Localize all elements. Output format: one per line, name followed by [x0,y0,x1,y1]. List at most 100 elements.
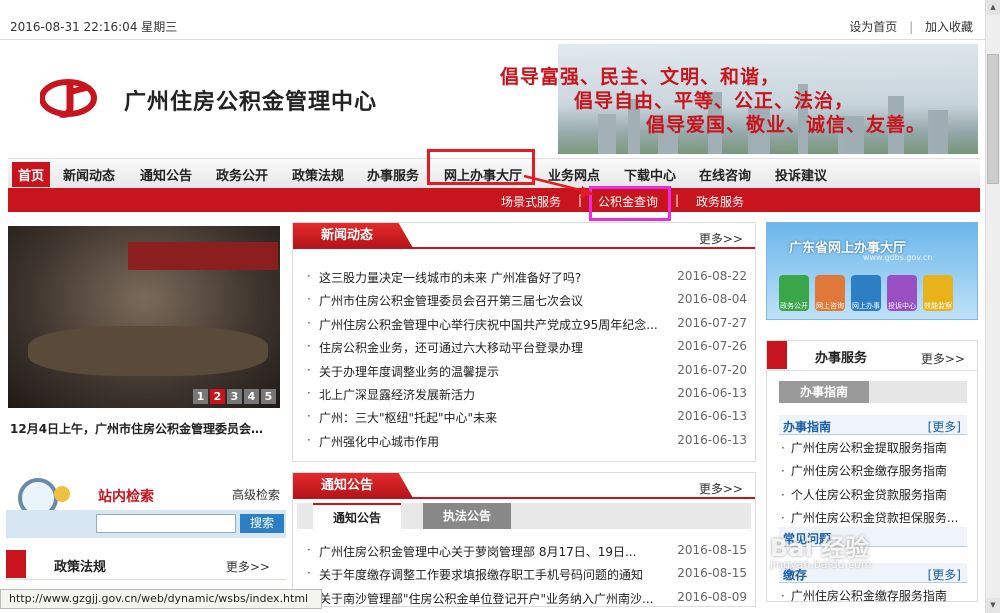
list-item[interactable]: · 关于年度缴存调整工作要求填报缴存职工手机号码问题的通知 2016-08-15 [307,564,747,587]
list-item[interactable]: · 关于办理年度调整业务的温馨提示 2016-07-20 [307,361,747,384]
notice-more-link[interactable]: 更多>> [699,480,743,497]
item-title[interactable]: 广州住房公积金管理中心举行庆祝中国共产党成立95周年纪念... [319,316,659,333]
item-title[interactable]: 北上广深显露经济发展新活力 [319,386,659,403]
slide-page-4[interactable]: 4 [244,389,259,404]
list-item[interactable]: · 广州住房公积金管理中心举行庆祝中国共产党成立95周年纪念... 2016-07-… [307,314,747,337]
list-item[interactable]: · 广州住房公积金管理中心关于萝岗管理部 8月17日、19日... 2016-08-… [307,541,747,564]
deposit-section-more[interactable]: [更多] [928,566,961,583]
nav-item-complaints[interactable]: 投诉建议 [775,165,827,184]
scroll-thumb[interactable] [987,54,999,184]
item-title[interactable]: 广州住房公积金提取服务指南 [791,441,947,455]
item-date: 2016-07-20 [677,362,747,377]
nav-item-policy[interactable]: 政策法规 [292,165,344,184]
nav-item-home[interactable]: 首页 [12,162,51,187]
scroll-down-icon[interactable]: ▼ [986,598,1000,613]
tab-guide[interactable]: 办事指南 [779,381,869,403]
item-title[interactable]: 关于南沙管理部"住房公积金单位登记开户"业务纳入广州南沙... [319,590,659,607]
item-title[interactable]: 广州住房公积金管理中心关于萝岗管理部 8月17日、19日... [319,543,659,560]
notice-panel-header: 通知公告 更多>> [293,473,755,499]
list-item[interactable]: · 住房公积金业务，还可通过六大移动平台登录办理 2016-07-26 [307,337,747,360]
item-title[interactable]: 广州住房公积金缴存服务指南 [791,589,947,603]
slide-page-5[interactable]: 5 [261,389,276,404]
subtab-notices[interactable]: 通知公告 [313,503,402,529]
list-item[interactable]: · 广州住房公积金缴存服务指南 [781,587,971,610]
site-search-title: 站内检索 [98,489,154,505]
set-home-link[interactable]: 设为首页 [849,20,897,34]
nav-item-services[interactable]: 办事服务 [367,165,419,184]
list-item[interactable]: · 个人住房公积金贷款服务指南 [781,486,971,509]
policy-title: 政策法规 [54,560,107,575]
policy-more-link[interactable]: 更多>> [226,558,270,575]
list-item[interactable]: · 广州住房公积金缴存服务指南 [781,462,971,485]
item-title[interactable]: 广州市住房公积金管理委员会召开第三届七次会议 [319,292,659,309]
search-input[interactable] [96,514,236,533]
news-tab[interactable]: 新闻动态 [293,223,413,248]
item-date: 2016-08-22 [677,269,747,283]
item-title[interactable]: 广州住房公积金贷款担保服务... [791,511,958,525]
page-scrollbar[interactable]: ▲ ▼ [985,0,1000,613]
item-date: 2016-08-09 [677,589,747,604]
item-title[interactable]: 住房公积金业务，还可通过六大移动平台登录办理 [319,339,659,356]
item-date: 2016-06-13 [677,432,747,447]
list-item[interactable]: · 广州：三大"枢纽"托起"中心"未来 2016-06-13 [307,407,747,430]
bullet-icon: · [307,269,311,283]
guide-section-title: 办事指南 [783,420,832,434]
news-slideshow-image[interactable]: 1 2 3 4 5 [8,226,280,408]
advanced-search-link[interactable]: 高级检索 [232,486,280,503]
list-item[interactable]: · 广州市住房公积金管理委员会召开第三届七次会议 2016-08-04 [307,290,747,313]
gzgjj-logo-icon[interactable] [40,78,98,118]
subnav-separator: | [675,193,680,207]
sub-nav: 场景式服务 | 公积金查询 | 政务服务 [8,188,980,212]
slide-page-2[interactable]: 2 [210,389,225,404]
site-title[interactable]: 广州住房公积金管理中心 [124,84,377,116]
item-title[interactable]: 个人住房公积金贷款服务指南 [791,488,947,502]
list-item[interactable]: ·关于南沙管理部"住房公积金单位登记开户"业务纳入广州南沙...2016-08-… [307,588,747,611]
nav-item-gov-affairs[interactable]: 政务公开 [216,165,268,184]
item-title[interactable]: 关于办理年度调整业务的温馨提示 [319,363,659,380]
list-item[interactable]: · 北上广深显露经济发展新活力 2016-06-13 [307,384,747,407]
guide-section-more[interactable]: [更多] [928,418,961,435]
notice-tab[interactable]: 通知公告 [293,473,413,498]
baidu-watermark-url: jingyan.baidu.com [770,558,872,571]
slide-page-1[interactable]: 1 [193,389,208,404]
slideshow-table [28,326,268,376]
add-favorite-link[interactable]: 加入收藏 [925,20,973,34]
item-title[interactable]: 关于年度缴存调整工作要求填报缴存职工手机号码问题的通知 [319,566,659,583]
nav-item-notices[interactable]: 通知公告 [140,165,192,184]
list-item[interactable]: · 广州强化中心城市作用 2016-06-13 [307,431,747,454]
gd-hall-icons: 政务公开 网上咨询 网上办事 投诉中心 效能监察 [779,275,953,311]
guide-tab-bar: 办事指南 [779,381,967,403]
services-more-link[interactable]: 更多>> [921,350,965,367]
item-title[interactable]: 广州：三大"枢纽"托起"中心"未来 [319,409,659,426]
subnav-gov-service[interactable]: 政务服务 [696,193,744,210]
complaint-center-icon[interactable]: 投诉中心 [887,275,917,311]
slideshow-caption[interactable]: 12月4日上午，广州市住房公积金管理委员会… [10,420,263,437]
search-button[interactable]: 搜索 [240,514,284,533]
slide-page-3[interactable]: 3 [227,389,242,404]
scroll-up-icon[interactable]: ▲ [986,0,1000,15]
online-service-icon[interactable]: 网上办事 [851,275,881,311]
gd-online-hall-banner[interactable]: 广东省网上办事大厅 www.gdbs.gov.cn 政务公开 网上咨询 网上办事… [766,222,978,320]
item-title[interactable]: 广州住房公积金缴存服务指南 [791,464,947,478]
main-nav: 首页 新闻动态 通知公告 政务公开 政策法规 办事服务 网上办事大厅 业务网点 … [8,149,980,188]
nav-item-downloads[interactable]: 下载中心 [624,165,676,184]
list-item[interactable]: · 广州住房公积金提取服务指南 [781,439,971,462]
item-title[interactable]: 广州强化中心城市作用 [319,433,659,450]
bullet-icon: · [307,543,311,557]
efficiency-monitor-icon[interactable]: 效能监察 [923,275,953,311]
online-consult-icon[interactable]: 网上咨询 [815,275,845,311]
services-tag-icon [767,341,787,369]
list-item[interactable]: · 这三股力量决定一线城市的未来 广州准备好了吗? 2016-08-22 [307,267,747,290]
nav-item-consult[interactable]: 在线咨询 [699,165,751,184]
news-more-link[interactable]: 更多>> [699,230,743,247]
item-title[interactable]: 这三股力量决定一线城市的未来 广州准备好了吗? [319,269,659,286]
slogan-line-3: 倡导爱国、敬业、诚信、友善。 [646,114,927,136]
subtab-enforcement[interactable]: 执法公告 [423,503,512,529]
bullet-icon: · [781,487,785,502]
notice-subtabs: 通知公告 执法公告 [297,503,751,529]
gov-open-icon[interactable]: 政务公开 [779,275,809,311]
bullet-icon: · [307,315,311,330]
item-date: 2016-07-26 [677,339,747,354]
services-panel-header: 办事服务 更多>> [767,341,977,371]
nav-item-news[interactable]: 新闻动态 [63,165,115,184]
